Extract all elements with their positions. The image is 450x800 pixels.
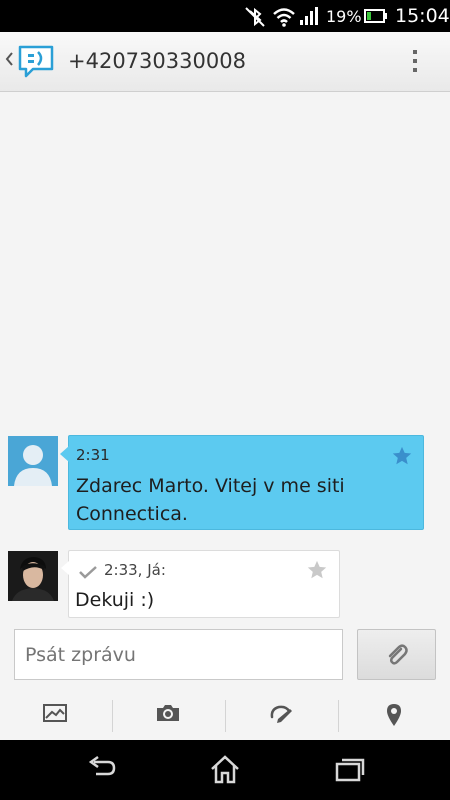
attach-button[interactable] xyxy=(357,629,436,680)
quick-action-bar xyxy=(0,686,450,742)
location-button[interactable] xyxy=(339,686,450,742)
bluetooth-off-icon xyxy=(245,7,265,27)
wifi-icon xyxy=(273,8,295,27)
status-time: 15:04 xyxy=(395,5,450,27)
camera-button[interactable] xyxy=(113,686,225,742)
conversation-title: +420730330008 xyxy=(68,49,246,73)
location-icon xyxy=(387,704,401,726)
message-bubble-outgoing[interactable]: 2:33, Já: Dekuji :) xyxy=(61,550,340,618)
composer xyxy=(0,622,450,686)
message-text-line: Dekuji :) xyxy=(75,589,155,611)
paperclip-icon xyxy=(388,644,408,665)
recent-apps-icon[interactable] xyxy=(333,754,367,784)
draw-icon xyxy=(270,705,292,723)
draw-button[interactable] xyxy=(226,686,338,742)
star-icon[interactable] xyxy=(391,445,413,467)
overflow-menu-icon[interactable] xyxy=(404,46,426,78)
signal-icon xyxy=(300,7,318,25)
back-icon[interactable] xyxy=(84,754,118,784)
contact-avatar[interactable] xyxy=(8,436,58,486)
message-time: 2:31 xyxy=(76,446,110,464)
conversation-list[interactable]: 2:31 Zdarec Marto. Vitej v me siti Conne… xyxy=(0,92,450,622)
message-input[interactable] xyxy=(14,629,343,680)
gallery-button[interactable] xyxy=(0,686,112,742)
camera-icon xyxy=(157,705,179,721)
messaging-app-icon[interactable] xyxy=(17,45,55,79)
action-bar: +420730330008 xyxy=(0,32,450,92)
star-icon[interactable] xyxy=(306,559,328,581)
message-text-line: Zdarec Marto. Vitej v me siti xyxy=(76,475,345,497)
battery-percent: 19% xyxy=(326,7,362,26)
message-bubble-incoming[interactable]: 2:31 Zdarec Marto. Vitej v me siti Conne… xyxy=(60,435,424,530)
gallery-icon xyxy=(43,704,67,722)
system-nav-bar xyxy=(0,740,450,800)
message-time: 2:33, Já: xyxy=(104,561,166,579)
battery-icon xyxy=(364,9,387,23)
delivered-check-icon xyxy=(79,566,97,579)
back-chevron-icon[interactable] xyxy=(4,51,14,67)
home-icon[interactable] xyxy=(208,754,242,784)
my-avatar[interactable] xyxy=(8,551,58,601)
message-text-line: Connectica. xyxy=(76,503,188,525)
status-bar: 19% 15:04 xyxy=(0,0,450,32)
